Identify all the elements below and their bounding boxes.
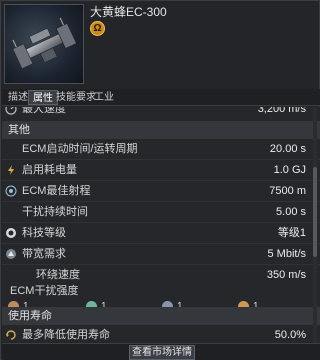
attr-row-ecm-range: ECM最佳射程 7500 m xyxy=(2,181,320,201)
attr-row-tech-level: 科技等级 等级1 xyxy=(2,223,320,243)
attr-row-orbit-speed: 环绕速度 350 m/s xyxy=(2,265,320,285)
attr-label: 科技等级 xyxy=(22,227,66,239)
drone-icon xyxy=(12,17,77,70)
list-scrollbar[interactable] xyxy=(313,107,317,343)
attr-row-min-lifetime: 最多降低使用寿命 50.0% xyxy=(2,325,320,343)
tab-industry[interactable]: 工业 xyxy=(90,90,118,105)
item-title: 大黄蜂EC-300 xyxy=(90,5,167,19)
item-thumbnail[interactable] xyxy=(4,4,84,84)
attr-value: 5 Mbit/s xyxy=(267,248,306,260)
scrollbar-thumb[interactable] xyxy=(313,167,317,257)
attr-value: 等级1 xyxy=(277,227,306,239)
capacitor-icon xyxy=(8,165,14,175)
attr-label: 最多降低使用寿命 xyxy=(22,329,110,341)
speed-icon xyxy=(5,107,17,115)
attr-row-max-speed: 最大速度 3,200 m/s xyxy=(2,107,320,119)
attr-value: 1.0 GJ xyxy=(273,164,306,176)
attr-label: 最大速度 xyxy=(22,107,66,115)
range-icon xyxy=(5,185,17,197)
attr-value: 20.00 s xyxy=(269,143,306,155)
attr-label: 带宽需求 xyxy=(22,248,66,260)
attr-label: 启用耗电量 xyxy=(22,164,77,176)
attr-row-bandwidth: 带宽需求 5 Mbit/s xyxy=(2,244,320,264)
attr-value: 5.00 s xyxy=(276,206,306,218)
tech-level-icon xyxy=(6,228,16,238)
item-info-window: 大黄蜂EC-300 Ω 描述 属性 技能要求 工业 最大速度 3,200 m/s… xyxy=(0,0,320,360)
attr-value: 350 m/s xyxy=(266,269,306,281)
attr-row-ecm-strength: ECM干扰强度 xyxy=(2,283,320,299)
view-market-details-button[interactable]: 查看市场详情 xyxy=(129,345,195,360)
section-other[interactable]: 其他 xyxy=(2,121,320,139)
item-header: 大黄蜂EC-300 Ω xyxy=(1,1,319,89)
attr-value: 3,200 m/s xyxy=(257,107,306,115)
lifetime-icon xyxy=(6,330,16,340)
attr-label: 环绕速度 xyxy=(36,269,80,281)
attr-label: 干扰持续时间 xyxy=(22,206,88,218)
footer-bar: 查看市场详情 xyxy=(2,343,320,360)
attr-row-ecm-cycle: ECM启动时间/运转周期 20.00 s xyxy=(2,139,320,159)
tab-bar: 描述 属性 技能要求 工业 xyxy=(2,89,320,106)
attr-row-activation-cost: 启用耗电量 1.0 GJ xyxy=(2,160,320,180)
attr-value: 7500 m xyxy=(269,185,306,197)
attribute-list[interactable]: 最大速度 3,200 m/s 其他 ECM启动时间/运转周期 20.00 s 启… xyxy=(2,107,320,343)
attr-label: ECM干扰强度 xyxy=(10,285,79,297)
bandwidth-icon xyxy=(6,249,16,259)
section-lifetime[interactable]: 使用寿命 xyxy=(2,307,320,325)
attr-value: 50.0% xyxy=(274,329,306,341)
attr-label: ECM最佳射程 xyxy=(22,185,91,197)
attr-row-jam-duration: 干扰持续时间 5.00 s xyxy=(2,202,320,222)
attr-label: ECM启动时间/运转周期 xyxy=(22,143,138,155)
omega-icon: Ω xyxy=(90,21,105,36)
